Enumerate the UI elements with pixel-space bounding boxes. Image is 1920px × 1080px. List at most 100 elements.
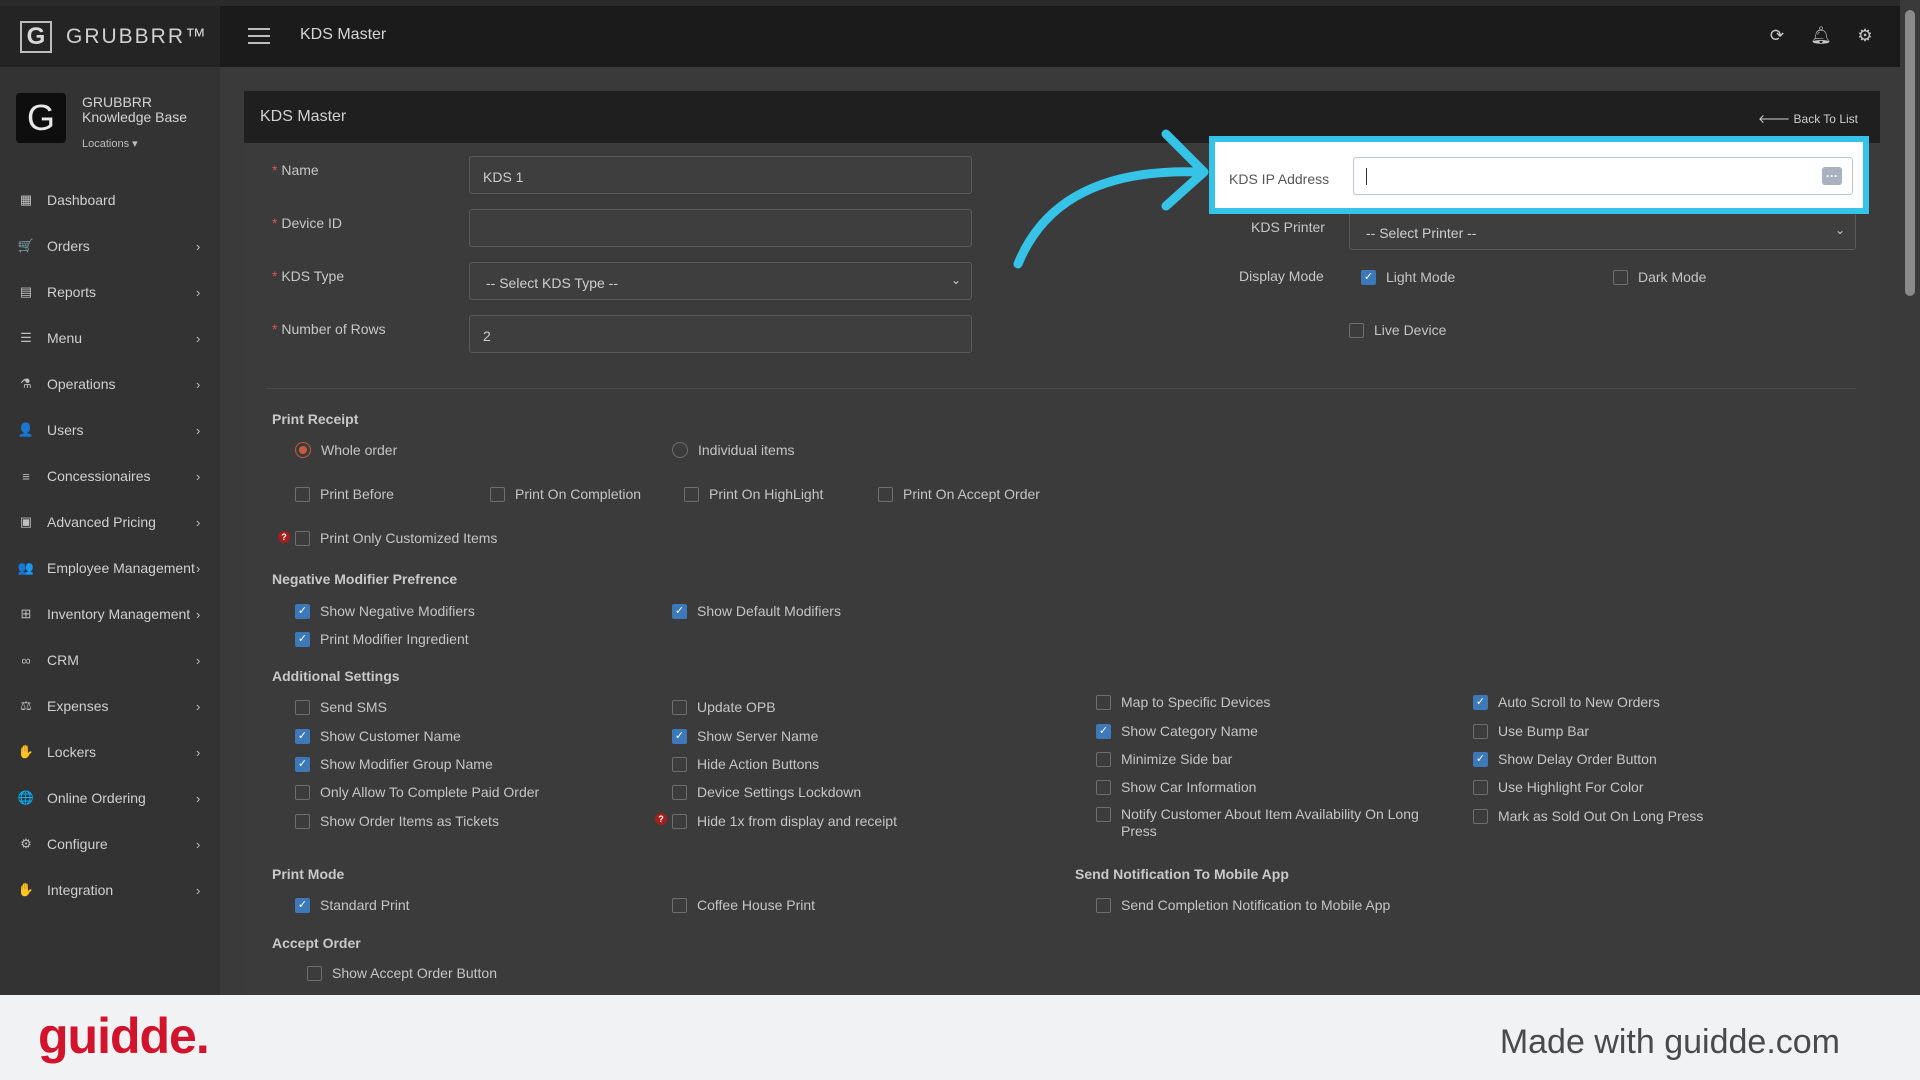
locations-dropdown[interactable]: Locations ▾ xyxy=(82,137,138,150)
chevron-right-icon: › xyxy=(196,790,201,806)
print-receipt-title: Print Receipt xyxy=(272,411,359,427)
kds-printer-select[interactable]: -- Select Printer -- ⌄ xyxy=(1349,212,1856,250)
minimize-side-bar-checkbox[interactable]: Minimize Side bar xyxy=(1096,751,1232,768)
standard-print-checkbox[interactable]: ✓ Standard Print xyxy=(295,897,410,914)
show-category-name-checkbox[interactable]: ✓ Show Category Name xyxy=(1096,723,1258,740)
show-default-modifiers-checkbox[interactable]: ✓ Show Default Modifiers xyxy=(672,603,841,620)
sidebar-item-expenses[interactable]: ⚖ Expenses › xyxy=(0,686,220,726)
whole-order-radio[interactable]: Whole order xyxy=(295,442,397,459)
sidebar-item-advanced-pricing[interactable]: ▣ Advanced Pricing › xyxy=(0,502,220,542)
checkbox-empty-icon xyxy=(490,487,505,502)
bell-icon[interactable]: 🔔︎ xyxy=(1809,24,1833,48)
chevron-right-icon: › xyxy=(196,422,201,438)
show-delay-order-checkbox[interactable]: ✓ Show Delay Order Button xyxy=(1473,751,1657,768)
show-negative-modifiers-checkbox[interactable]: ✓ Show Negative Modifiers xyxy=(295,603,475,620)
help-icon[interactable]: ? xyxy=(655,813,667,825)
print-modifier-ingredient-checkbox[interactable]: ✓ Print Modifier Ingredient xyxy=(295,631,469,648)
sidebar-item-label: Lockers xyxy=(47,744,97,760)
sidebar-item-label: Concessionaires xyxy=(47,468,151,484)
sidebar-item-label: Online Ordering xyxy=(47,790,146,806)
device-settings-lockdown-checkbox[interactable]: Device Settings Lockdown xyxy=(672,784,861,801)
update-opb-checkbox[interactable]: Update OPB xyxy=(672,699,776,716)
kds-type-select[interactable]: -- Select KDS Type -- ⌄ xyxy=(469,262,972,300)
brand[interactable]: G GRUBBRR™ xyxy=(0,6,220,67)
show-car-information-checkbox[interactable]: Show Car Information xyxy=(1096,779,1256,796)
grubbrr-logo-icon: G xyxy=(20,20,52,53)
kds-ip-address-input[interactable]: ··· xyxy=(1353,157,1853,195)
checkbox-checked-icon: ✓ xyxy=(295,604,310,619)
use-bump-bar-checkbox[interactable]: Use Bump Bar xyxy=(1473,723,1589,740)
device-id-input[interactable] xyxy=(469,209,972,247)
brand-name: GRUBBRR™ xyxy=(66,24,209,48)
top-navbar: G GRUBBRR™ KDS Master ⟳ 🔔︎ ⚙ xyxy=(0,6,1900,67)
show-modifier-group-checkbox[interactable]: ✓ Show Modifier Group Name xyxy=(295,756,493,773)
checkbox-checked-icon: ✓ xyxy=(295,632,310,647)
link-icon: ∞ xyxy=(21,652,31,668)
sidebar-item-users[interactable]: 👤 Users › xyxy=(0,410,220,450)
mark-sold-out-checkbox[interactable]: Mark as Sold Out On Long Press xyxy=(1473,808,1703,825)
print-only-customized-checkbox[interactable]: Print Only Customized Items xyxy=(295,530,497,547)
sidebar-item-inventory-management[interactable]: ⊞ Inventory Management › xyxy=(0,594,220,634)
chevron-right-icon: › xyxy=(196,652,201,668)
send-sms-checkbox[interactable]: Send SMS xyxy=(295,699,387,716)
chevron-right-icon: › xyxy=(196,560,201,576)
chevron-down-icon: ⌄ xyxy=(1834,223,1845,237)
name-input[interactable]: KDS 1 xyxy=(469,156,972,194)
rows-label: * Number of Rows xyxy=(272,321,386,337)
hide-1x-checkbox[interactable]: Hide 1x from display and receipt xyxy=(672,813,897,830)
print-on-highlight-checkbox[interactable]: Print On HighLight xyxy=(684,486,823,503)
use-highlight-color-checkbox[interactable]: Use Highlight For Color xyxy=(1473,779,1644,796)
group-icon: 👥 xyxy=(17,560,35,575)
sidebar-item-menu[interactable]: ☰ Menu › xyxy=(0,318,220,358)
send-completion-notification-checkbox[interactable]: Send Completion Notification to Mobile A… xyxy=(1096,897,1390,914)
page-title: KDS Master xyxy=(300,26,387,43)
show-accept-order-checkbox[interactable]: Show Accept Order Button xyxy=(307,965,497,982)
coffee-house-print-checkbox[interactable]: Coffee House Print xyxy=(672,897,815,914)
sidebar-item-concessionaires[interactable]: ≡ Concessionaires › xyxy=(0,456,220,496)
sidebar-item-employee-management[interactable]: 👥 Employee Management › xyxy=(0,548,220,588)
dark-mode-checkbox[interactable]: Dark Mode xyxy=(1613,269,1706,286)
notify-customer-checkbox[interactable]: Notify Customer About Item Availability … xyxy=(1096,806,1426,840)
sidebar-item-orders[interactable]: 🛒 Orders › xyxy=(0,226,220,266)
light-mode-checkbox[interactable]: ✓ Light Mode xyxy=(1361,269,1455,286)
menu-list-icon: ☰ xyxy=(20,330,32,345)
sidebar-item-reports[interactable]: ▤ Reports › xyxy=(0,272,220,312)
sidebar-item-dashboard[interactable]: ▦ Dashboard xyxy=(0,180,220,220)
auto-scroll-checkbox[interactable]: ✓ Auto Scroll to New Orders xyxy=(1473,694,1660,711)
print-on-accept-checkbox[interactable]: Print On Accept Order xyxy=(878,486,1040,503)
individual-items-radio[interactable]: Individual items xyxy=(672,442,795,459)
checkbox-empty-icon xyxy=(295,700,310,715)
list-icon: ≡ xyxy=(22,468,30,484)
display-mode-label: Display Mode xyxy=(1239,268,1324,284)
gear-icon[interactable]: ⚙ xyxy=(1853,24,1877,48)
map-specific-devices-checkbox[interactable]: Map to Specific Devices xyxy=(1096,694,1270,711)
kds-ip-address-label: KDS IP Address xyxy=(1229,171,1330,187)
vertical-scrollbar[interactable] xyxy=(1900,0,1920,995)
back-to-list-link[interactable]: 🡐 Back To List xyxy=(1758,111,1858,126)
name-label: * Name xyxy=(272,162,319,178)
hamburger-menu-icon[interactable] xyxy=(248,28,270,44)
only-allow-complete-paid-checkbox[interactable]: Only Allow To Complete Paid Order xyxy=(295,784,539,801)
show-order-items-tickets-checkbox[interactable]: Show Order Items as Tickets xyxy=(295,813,499,830)
rows-input[interactable]: 2 xyxy=(469,315,972,353)
scrollbar-thumb[interactable] xyxy=(1905,10,1915,296)
show-customer-name-checkbox[interactable]: ✓ Show Customer Name xyxy=(295,728,461,745)
checkbox-empty-icon xyxy=(295,487,310,502)
hide-action-buttons-checkbox[interactable]: Hide Action Buttons xyxy=(672,756,819,773)
sidebar-item-operations[interactable]: ⚗ Operations › xyxy=(0,364,220,404)
print-before-checkbox[interactable]: Print Before xyxy=(295,486,394,503)
show-server-name-checkbox[interactable]: ✓ Show Server Name xyxy=(672,728,818,745)
live-device-checkbox[interactable]: Live Device xyxy=(1349,322,1446,339)
print-on-completion-checkbox[interactable]: Print On Completion xyxy=(490,486,641,503)
sidebar-item-lockers[interactable]: ✋ Lockers › xyxy=(0,732,220,772)
help-icon[interactable]: ? xyxy=(278,531,290,543)
sidebar-item-configure[interactable]: ⚙ Configure › xyxy=(0,824,220,864)
checkbox-empty-icon xyxy=(295,814,310,829)
sidebar-item-crm[interactable]: ∞ CRM › xyxy=(0,640,220,680)
kds-type-label: * KDS Type xyxy=(272,268,345,284)
checkbox-empty-icon xyxy=(1473,809,1488,824)
sidebar-item-label: Reports xyxy=(47,284,97,300)
sidebar-item-integration[interactable]: ✋ Integration › xyxy=(0,870,220,910)
refresh-icon[interactable]: ⟳ xyxy=(1765,24,1789,48)
sidebar-item-online-ordering[interactable]: 🌐 Online Ordering › xyxy=(0,778,220,818)
